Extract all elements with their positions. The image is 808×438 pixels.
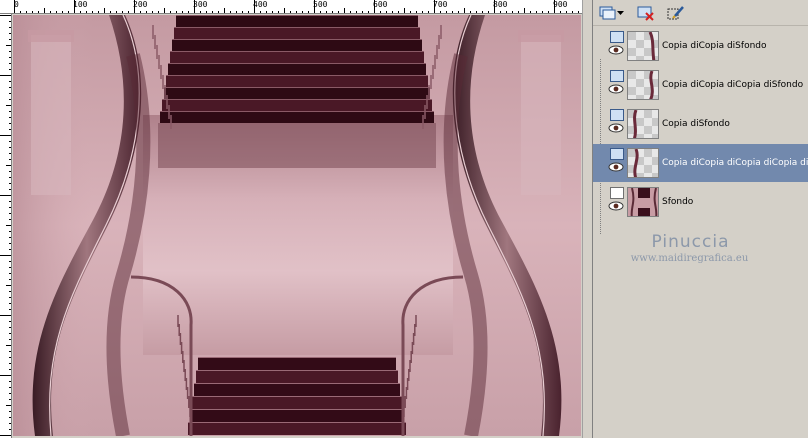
raster-layer-icon (610, 109, 624, 121)
layers-toolbar (593, 0, 808, 26)
watermark: Pinuccia www.maidiregrafica.eu (593, 232, 808, 264)
layer-row[interactable]: Copia diSfondo (593, 105, 808, 143)
ruler-label: 800 (493, 0, 508, 9)
ruler-label: 100 (73, 0, 88, 9)
layers-panel: Copia diCopia diSfondo Copia diCopia diC… (593, 0, 808, 438)
dropdown-arrow-icon[interactable] (615, 3, 625, 23)
raster-layer-icon (610, 31, 624, 43)
paint-shop-app: 0 100 200 300 400 500 600 700 800 900 Co… (0, 0, 808, 438)
ruler-label: 600 (373, 0, 388, 9)
layer-row[interactable]: Sfondo (593, 183, 808, 221)
ruler-label: 400 (253, 0, 268, 9)
visibility-eye-icon[interactable] (608, 201, 624, 211)
ruler-label: 300 (193, 0, 208, 9)
layer-name: Copia diCopia diSfondo (662, 41, 767, 51)
ruler-label: 500 (313, 0, 328, 9)
layer-row[interactable]: Copia diCopia diCopia diSfondo (593, 66, 808, 104)
raster-layer-icon (610, 70, 624, 82)
image-canvas[interactable] (13, 15, 581, 436)
ruler-label: 900 (553, 0, 568, 9)
staircase-image (13, 15, 581, 436)
visibility-eye-icon[interactable] (608, 45, 624, 55)
layer-row-selected[interactable]: Copia diCopia diCopia diCopia diSfondo (593, 144, 808, 182)
layer-thumbnail (627, 70, 659, 100)
background-layer-icon (610, 187, 624, 199)
raster-layer-icon (610, 148, 624, 160)
layer-name: Copia diSfondo (662, 119, 730, 129)
layer-name: Copia diCopia diCopia diSfondo (662, 80, 804, 90)
layer-thumbnail (627, 148, 659, 178)
ruler-label: 0 (14, 0, 19, 9)
layer-name: Copia diCopia diCopia diCopia diSfondo (662, 158, 808, 168)
ruler-label: 200 (133, 0, 148, 9)
layer-thumbnail (627, 187, 659, 217)
ruler-label: 700 (433, 0, 448, 9)
visibility-eye-icon[interactable] (608, 84, 624, 94)
layer-thumbnail (627, 31, 659, 61)
layers-list: Copia diCopia diSfondo Copia diCopia diC… (593, 27, 808, 234)
visibility-eye-icon[interactable] (608, 123, 624, 133)
layer-name: Sfondo (662, 197, 694, 207)
vertical-ruler (0, 14, 12, 438)
layer-row[interactable]: Copia diCopia diSfondo (593, 27, 808, 65)
watermark-url: www.maidiregrafica.eu (630, 253, 749, 264)
layer-thumbnail (627, 109, 659, 139)
watermark-name: Pinuccia (651, 232, 730, 252)
canvas-scrollbar[interactable] (582, 0, 592, 438)
delete-layer-icon[interactable] (635, 3, 657, 23)
horizontal-ruler: 0 100 200 300 400 500 600 700 800 900 (0, 0, 582, 14)
visibility-eye-icon[interactable] (608, 162, 624, 172)
edit-layer-icon[interactable] (665, 3, 687, 23)
